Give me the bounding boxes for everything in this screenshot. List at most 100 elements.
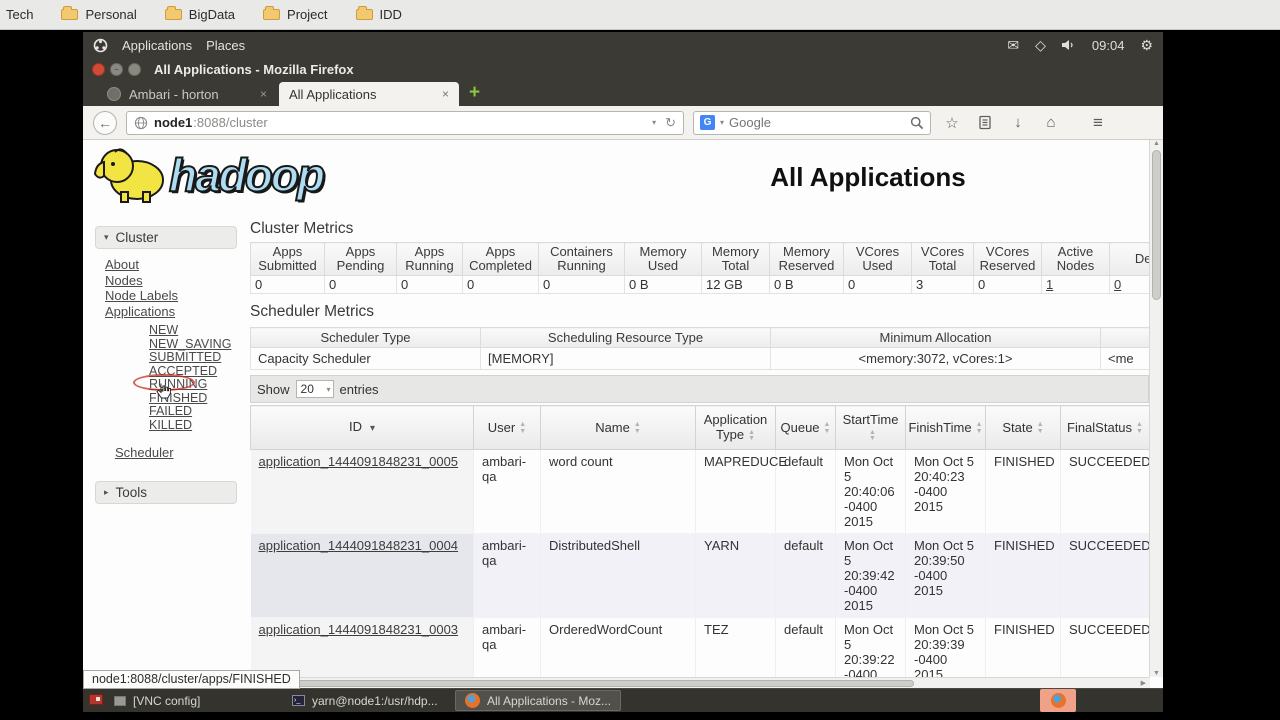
firefox-launcher-highlight[interactable] (1040, 689, 1076, 712)
sidebar-item-scheduler[interactable]: Scheduler (115, 445, 174, 460)
home-icon[interactable]: ⌂ (1039, 114, 1063, 131)
chevron-down-icon: ▾ (326, 384, 331, 394)
col-header-id[interactable]: ID ▾ (250, 405, 474, 450)
search-bar[interactable]: G ▾ (693, 110, 932, 135)
search-icon[interactable] (910, 116, 924, 130)
scroll-right-icon[interactable]: ▶ (1141, 679, 1149, 687)
link-status-tooltip: node1:8088/cluster/apps/FINISHED (83, 670, 300, 689)
new-tab-button[interactable]: + (469, 82, 480, 104)
sidebar-item-submitted[interactable]: SUBMITTED (149, 350, 237, 365)
sidebar-item-killed[interactable]: KILLED (149, 418, 237, 433)
applications-header-row: ID ▾ User ▲ ▼ Name ▲ ▼ Application Type ▲ ▼ Que… (250, 405, 1150, 450)
col-header-name[interactable]: Name ▲ ▼ (540, 405, 696, 450)
section-label: Cluster (115, 230, 159, 245)
engine-dropdown-icon[interactable]: ▾ (720, 118, 724, 127)
google-engine-icon[interactable]: G (700, 115, 715, 130)
volume-icon[interactable] (1061, 39, 1076, 51)
sidebar-section-cluster[interactable]: ▾ Cluster (95, 226, 237, 249)
downloads-icon[interactable]: ↓ (1006, 114, 1030, 131)
bookmark-folder-idd[interactable]: IDD (355, 6, 402, 22)
col-header-queue[interactable]: Queue ▲ ▼ (775, 405, 836, 450)
sidebar-item-applications[interactable]: Applications (105, 304, 237, 320)
close-tab-icon[interactable]: × (442, 87, 449, 101)
taskbar-item-terminal[interactable]: ›_ yarn@node1:/usr/hdp... (283, 690, 447, 711)
application-id-link[interactable]: application_1444091848231_0004 (259, 538, 459, 553)
col-header-application-type[interactable]: Application Type ▲ ▼ (695, 405, 776, 450)
yarn-page: hadoop All Applications ▾ Cluster About … (83, 140, 1163, 688)
cluster-metrics-heading: Cluster Metrics (250, 220, 354, 237)
sort-icon: ▲ ▼ (1036, 421, 1044, 435)
url-dropdown-icon[interactable]: ▾ (652, 118, 656, 127)
col-header: Memory Used (624, 242, 702, 276)
sidebar-item-node-labels[interactable]: Node Labels (105, 288, 237, 304)
close-tab-icon[interactable]: × (260, 87, 267, 101)
show-bookmarks-icon[interactable] (973, 115, 997, 130)
search-input[interactable] (729, 115, 906, 130)
application-id-link[interactable]: application_1444091848231_0003 (259, 622, 459, 637)
url-bar[interactable]: node1 :8088/cluster ▾ ↻ (126, 110, 684, 135)
vertical-scrollbar[interactable]: ▲ ▼ (1149, 140, 1163, 677)
bookmarks-bar: Tech Personal BigData Project IDD (0, 0, 1280, 30)
tab-label: Ambari - horton (129, 86, 219, 102)
col-header-state[interactable]: State ▲ ▼ (985, 405, 1061, 450)
reload-icon[interactable]: ↻ (665, 115, 676, 131)
taskbar-app-icon[interactable] (89, 694, 103, 705)
sidebar-item-new[interactable]: NEW (149, 323, 237, 338)
tab-ambari-horton[interactable]: Ambari - horton × (97, 82, 277, 106)
col-header: Containers Running (538, 242, 625, 276)
sidebar-section-tools[interactable]: ▸ Tools (95, 480, 237, 504)
sidebar-item-failed[interactable]: FAILED (149, 404, 237, 419)
bookmark-folder-personal[interactable]: Personal (61, 6, 137, 22)
col-header-starttime[interactable]: StartTime ▲ ▼ (835, 405, 906, 450)
show-entries-bar: Show 20 ▾ entries (250, 375, 1149, 403)
folder-icon (355, 6, 373, 20)
sort-icon: ▲ ▼ (869, 428, 876, 443)
distro-icon (93, 38, 108, 52)
hadoop-elephant-icon (93, 148, 164, 203)
horizontal-scrollbar[interactable]: ▶ (253, 677, 1149, 688)
cluster-metrics-row: 0 0 0 0 0 0 B 12 GB 0 B 0 3 0 1 0 (250, 275, 1149, 294)
vnc-icon (114, 695, 126, 706)
minimize-window-button[interactable]: − (110, 62, 123, 76)
col-header-finalstatus[interactable]: FinalStatus ▲ ▼ (1060, 405, 1150, 450)
mail-icon[interactable]: ✉ (1007, 37, 1019, 54)
taskbar-item-firefox[interactable]: All Applications - Moz... (455, 690, 622, 711)
bookmark-folder-project[interactable]: Project (263, 6, 328, 22)
decommissioned-nodes-link[interactable]: 0 (1114, 277, 1121, 292)
menu-applications[interactable]: Applications (122, 38, 192, 53)
bookmark-star-icon[interactable]: ☆ (940, 114, 964, 132)
menu-places[interactable]: Places (206, 38, 245, 53)
application-id-link[interactable]: application_1444091848231_0005 (259, 454, 459, 469)
entries-select[interactable]: 20 ▾ (295, 380, 334, 398)
network-icon[interactable]: ◇ (1035, 37, 1046, 54)
col-header-finishtime[interactable]: FinishTime ▲ ▼ (905, 405, 986, 450)
gear-icon[interactable]: ⚙ (1140, 37, 1153, 54)
scrollbar-thumb[interactable] (1152, 150, 1161, 300)
scroll-down-icon[interactable]: ▼ (1153, 670, 1160, 677)
entries-value: 20 (300, 382, 314, 396)
bookmark-tech[interactable]: Tech (6, 7, 33, 22)
sidebar-item-nodes[interactable]: Nodes (105, 273, 237, 289)
sort-icon: ▲ ▼ (823, 421, 831, 435)
sidebar-item-new-saving[interactable]: NEW_SAVING (149, 337, 237, 352)
active-nodes-link[interactable]: 1 (1046, 277, 1053, 292)
clock[interactable]: 09:04 (1092, 38, 1125, 53)
menu-icon[interactable]: ≡ (1086, 113, 1110, 133)
col-header-user[interactable]: User ▲ ▼ (473, 405, 541, 450)
col-header: VCores Total (911, 242, 974, 276)
close-window-button[interactable] (92, 62, 105, 76)
back-button[interactable]: ← (93, 110, 117, 135)
scrollbar-thumb[interactable] (287, 679, 915, 687)
taskbar-item-vnc-config[interactable]: [VNC config] (105, 690, 209, 711)
bookmark-label: Personal (85, 7, 137, 22)
scheduler-metrics-row: Capacity Scheduler [MEMORY] <memory:3072… (250, 347, 1149, 370)
tab-all-applications[interactable]: All Applications × (279, 82, 459, 106)
metric-value: 0 B (769, 275, 844, 294)
main-content: Cluster Metrics Apps Submitted Apps Pend… (250, 220, 1151, 688)
col-header: Minimum Allocation (770, 327, 1101, 348)
maximize-window-button[interactable] (128, 62, 141, 76)
scroll-up-icon[interactable]: ▲ (1153, 140, 1160, 147)
window-titlebar: − All Applications - Mozilla Firefox (83, 58, 1163, 80)
sidebar-item-about[interactable]: About (105, 257, 237, 273)
bookmark-folder-bigdata[interactable]: BigData (164, 6, 235, 22)
